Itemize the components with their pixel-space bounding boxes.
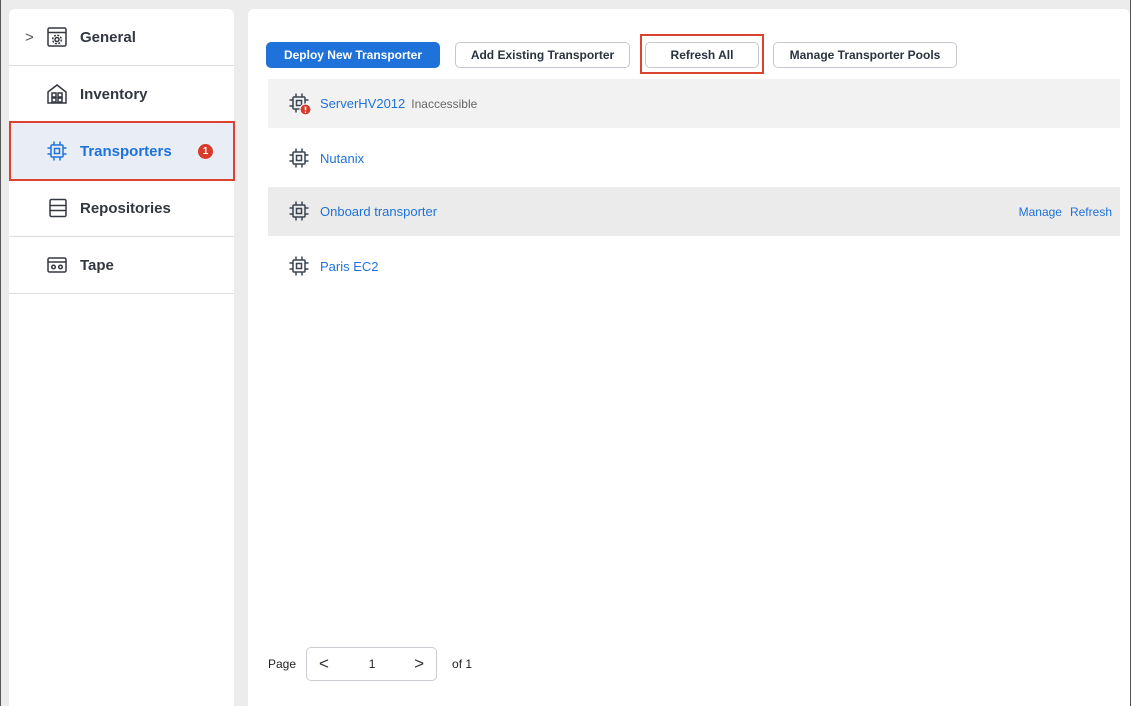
manage-link[interactable]: Manage bbox=[1019, 205, 1062, 219]
page-number-input[interactable]: 1 bbox=[347, 657, 397, 671]
chevron-left-icon[interactable]: < bbox=[319, 654, 329, 674]
chip-icon bbox=[288, 255, 312, 279]
chevron-right-icon[interactable]: > bbox=[25, 29, 34, 46]
sidebar-item-tape[interactable]: Tape bbox=[9, 237, 234, 294]
tape-icon bbox=[46, 254, 68, 276]
page-label: Page bbox=[268, 657, 297, 671]
sidebar-item-label: General bbox=[80, 28, 136, 46]
transporter-name[interactable]: Onboard transporter bbox=[320, 204, 437, 219]
transporter-name[interactable]: Nutanix bbox=[320, 151, 364, 166]
window-frame-left bbox=[0, 0, 1, 706]
sidebar-item-label: Transporters bbox=[80, 142, 172, 160]
transporter-name[interactable]: ServerHV2012 Inaccessible bbox=[320, 96, 477, 111]
chip-icon bbox=[288, 147, 312, 171]
chevron-right-icon[interactable]: > bbox=[414, 654, 424, 674]
settings-sidebar: > General Inventory Transporters 1 Repos… bbox=[9, 9, 235, 706]
pagination: Page < 1 > of 1 bbox=[268, 647, 472, 681]
refresh-all-button[interactable]: Refresh All bbox=[645, 42, 759, 68]
page-count: of 1 bbox=[452, 657, 473, 671]
deploy-new-transporter-button[interactable]: Deploy New Transporter bbox=[266, 42, 440, 68]
notification-badge: 1 bbox=[198, 144, 213, 159]
sidebar-item-label: Repositories bbox=[80, 199, 171, 217]
sidebar-item-label: Inventory bbox=[80, 85, 148, 103]
sidebar-item-repositories[interactable]: Repositories bbox=[9, 180, 234, 237]
gear-window-icon bbox=[46, 26, 68, 48]
transporter-status: Inaccessible bbox=[411, 97, 478, 111]
sidebar-item-inventory[interactable]: Inventory bbox=[9, 66, 234, 123]
transporter-row[interactable]: Paris EC2 bbox=[268, 242, 1120, 291]
page-selector: < 1 > bbox=[306, 647, 438, 681]
refresh-link[interactable]: Refresh bbox=[1070, 205, 1112, 219]
transporters-panel: Deploy New Transporter Add Existing Tran… bbox=[248, 9, 1130, 706]
transporter-name[interactable]: Paris EC2 bbox=[320, 259, 379, 274]
add-existing-transporter-button[interactable]: Add Existing Transporter bbox=[455, 42, 630, 68]
inventory-icon bbox=[46, 83, 68, 105]
manage-transporter-pools-button[interactable]: Manage Transporter Pools bbox=[773, 42, 957, 68]
transporter-name-text[interactable]: ServerHV2012 bbox=[320, 96, 405, 111]
sidebar-item-general[interactable]: > General bbox=[9, 9, 234, 66]
transporter-row[interactable]: Nutanix bbox=[268, 134, 1120, 183]
repository-icon bbox=[47, 197, 69, 219]
transporter-row[interactable]: Onboard transporter Manage Refresh bbox=[268, 187, 1120, 236]
transporter-row[interactable]: ServerHV2012 Inaccessible bbox=[268, 79, 1120, 128]
chip-error-icon bbox=[288, 92, 312, 116]
sidebar-item-transporters[interactable]: Transporters 1 bbox=[9, 123, 234, 180]
chip-icon bbox=[46, 140, 68, 162]
sidebar-item-label: Tape bbox=[80, 256, 114, 274]
chip-icon bbox=[288, 200, 312, 224]
row-actions: Manage Refresh bbox=[1011, 205, 1112, 219]
